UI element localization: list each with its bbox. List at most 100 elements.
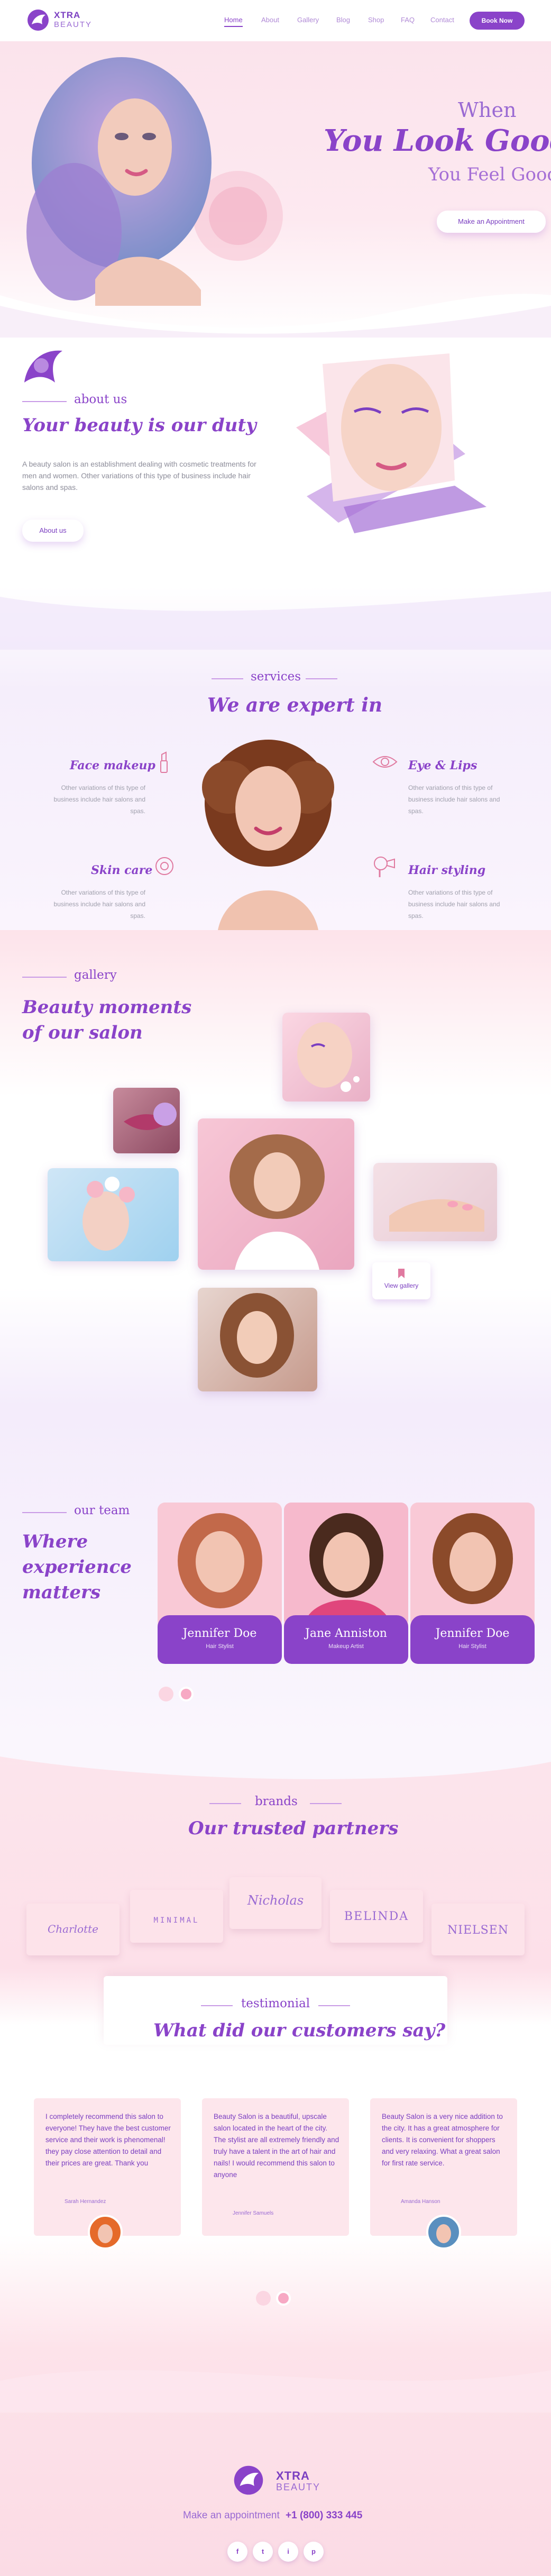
gallery-photo-portrait[interactable] <box>198 1288 317 1391</box>
brands-kicker-line-left <box>209 1803 241 1804</box>
about-text: A beauty salon is an establishment deali… <box>22 460 256 491</box>
nav-about[interactable]: About <box>261 16 279 24</box>
testimonial-prev-dot[interactable] <box>256 2291 271 2306</box>
team-member-role: Hair Stylist <box>458 1643 486 1650</box>
about-logo-icon <box>24 350 62 383</box>
hero-model-image <box>26 57 212 306</box>
logo-icon[interactable] <box>26 8 50 32</box>
service-desc-hair-styling: Other variations of this type of busines… <box>408 889 500 920</box>
service-title-hair-styling: Hair styling <box>408 863 486 877</box>
testimonial-text: I completely recommend this salon to eve… <box>45 2113 171 2167</box>
gallery-photo-flowers-art <box>82 1177 135 1251</box>
gallery-photo-main-art <box>229 1134 325 1270</box>
view-gallery-label: View gallery <box>384 1282 419 1289</box>
brand-logo-minimal[interactable]: MINIMAL <box>130 1890 223 1943</box>
eye-icon <box>372 756 398 768</box>
about-makeup-image <box>296 353 486 533</box>
brands-section: brands Our trusted partners Charlotte MI… <box>0 1746 551 1968</box>
services-kicker-line-right <box>306 678 337 679</box>
brand-logo-nicholas[interactable]: Nicholas <box>229 1877 322 1929</box>
testimonial-next-dot[interactable] <box>276 2291 291 2306</box>
team-photo <box>284 1503 408 1622</box>
brand-logo-belinda[interactable]: BELINDA <box>330 1890 423 1943</box>
testimonial-kicker-line-right <box>318 2005 350 2006</box>
testimonial-author: Amanda Hanson <box>401 2199 440 2205</box>
avatar <box>88 2215 123 2250</box>
services-wave <box>0 591 551 650</box>
gallery-photo-lips[interactable] <box>113 1088 180 1153</box>
gallery-title-line-1: Beauty moments <box>22 997 192 1018</box>
instagram-icon[interactable]: i <box>278 2542 298 2562</box>
brands-kicker-line-right <box>310 1803 342 1804</box>
cream-jar-icon <box>155 857 173 875</box>
team-title-line-3: matters <box>22 1582 101 1603</box>
brands-kicker: brands <box>255 1795 298 1808</box>
team-photo <box>158 1503 282 1622</box>
phone-number[interactable]: +1 (800) 333 445 <box>286 2510 362 2522</box>
appointment-label: Make an appointment <box>183 2510 280 2521</box>
brand-logo-nielsen[interactable]: NIELSEN <box>431 1904 525 1955</box>
gallery-kicker: gallery <box>74 968 117 982</box>
team-member-name: Jane Anniston <box>305 1627 387 1640</box>
service-desc-face-makeup: Other variations of this type of busines… <box>53 784 145 815</box>
gallery-section: gallery Beauty moments of our salon View… <box>0 930 551 1406</box>
brand-name: XTRA <box>54 10 81 20</box>
make-appointment-button[interactable]: Make an Appointment <box>437 211 546 233</box>
services-section: services We are expert in Face makeup Ot… <box>0 586 551 930</box>
nav-faq[interactable]: FAQ <box>401 16 415 24</box>
testimonial-kicker-line-left <box>201 2005 233 2006</box>
team-card-footer: Jane Anniston Makeup Artist <box>284 1615 408 1664</box>
gallery-photo-main[interactable] <box>198 1118 354 1270</box>
about-kicker: about us <box>74 393 127 406</box>
footer-brand-name: XTRA <box>276 2469 310 2482</box>
nav-gallery[interactable]: Gallery <box>297 16 319 24</box>
footer-brand-subtitle: BEAUTY <box>276 2482 321 2492</box>
team-next-dot[interactable] <box>179 1687 194 1701</box>
team-card[interactable]: Jane Anniston Makeup Artist <box>284 1503 408 1664</box>
services-title: We are expert in <box>207 694 383 716</box>
team-card[interactable]: Jennifer Doe Hair Stylist <box>410 1503 535 1664</box>
avatar-art <box>436 2224 451 2243</box>
gallery-photo-nails-art <box>389 1199 484 1232</box>
service-title-face-makeup: Face makeup <box>70 759 155 772</box>
bookmark-icon <box>398 1269 405 1278</box>
gallery-photo-eyes-art <box>297 1022 360 1092</box>
gallery-kicker-line <box>22 977 67 978</box>
team-member-name: Jennifer Doe <box>182 1627 257 1640</box>
footer-logo-icon[interactable] <box>233 2464 264 2496</box>
nav-shop[interactable]: Shop <box>368 16 384 24</box>
facebook-icon[interactable]: f <box>227 2542 247 2562</box>
team-prev-dot[interactable] <box>159 1687 173 1701</box>
about-kicker-line <box>22 401 67 402</box>
testimonial-text: Beauty Salon is a beautiful, upscale sal… <box>214 2113 339 2179</box>
gallery-title-line-2: of our salon <box>22 1022 143 1043</box>
brand-logo-charlotte[interactable]: Charlotte <box>26 1904 120 1955</box>
team-card-footer: Jennifer Doe Hair Stylist <box>410 1615 535 1664</box>
brands-title: Our trusted partners <box>188 1818 399 1839</box>
services-kicker-line-left <box>212 678 243 679</box>
gallery-photo-flowers[interactable] <box>48 1168 179 1261</box>
service-desc-skin-care: Other variations of this type of busines… <box>53 889 145 920</box>
testimonial-kicker: testimonial <box>241 1997 310 2010</box>
team-title-line-2: experience <box>22 1556 132 1578</box>
nav-blog[interactable]: Blog <box>336 16 350 24</box>
team-kicker-line <box>22 1512 67 1513</box>
hair-dryer-icon <box>374 857 395 877</box>
team-card[interactable]: Jennifer Doe Hair Stylist <box>158 1503 282 1664</box>
about-title: Your beauty is our duty <box>22 415 256 436</box>
twitter-icon[interactable]: t <box>253 2542 273 2562</box>
about-us-button[interactable]: About us <box>22 520 84 542</box>
service-title-skin-care: Skin care <box>91 863 153 877</box>
team-card-footer: Jennifer Doe Hair Stylist <box>158 1615 282 1664</box>
nav-home[interactable]: Home <box>224 16 243 27</box>
gallery-photo-eyes[interactable] <box>282 1013 370 1102</box>
hero-line-3: You Feel Good <box>428 164 551 185</box>
gallery-photo-nails[interactable] <box>373 1163 497 1241</box>
gallery-photo-lips-art <box>124 1103 177 1130</box>
team-member-name: Jennifer Doe <box>435 1627 510 1640</box>
nav-contact[interactable]: Contact <box>430 16 454 24</box>
pinterest-icon[interactable]: p <box>304 2542 324 2562</box>
view-gallery-button[interactable]: View gallery <box>372 1262 430 1299</box>
team-photo <box>410 1503 535 1622</box>
book-now-button[interactable]: Book Now <box>470 12 525 30</box>
